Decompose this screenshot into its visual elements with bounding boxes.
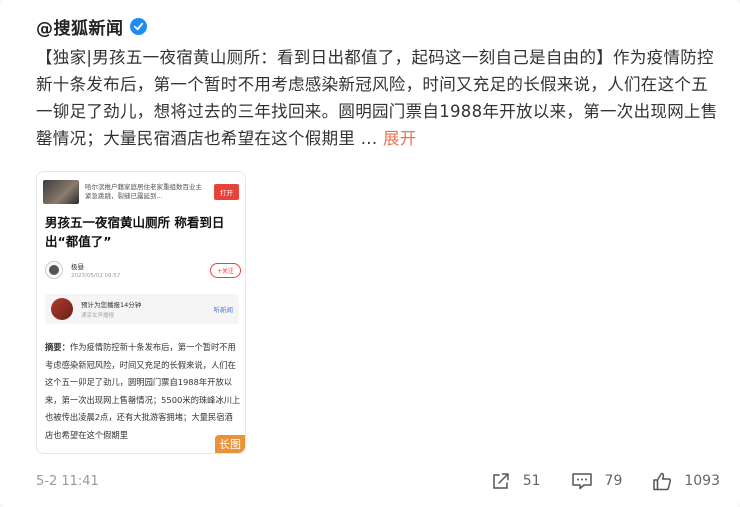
article-title: 男孩五一夜宿黄山厕所 称看到日出“都值了” xyxy=(45,215,225,249)
verified-icon xyxy=(129,18,147,35)
source-name: 极昼 xyxy=(71,263,84,271)
audio-player: 预计为您播报14分钟 通享女声播报 听新闻 xyxy=(45,294,239,324)
summary-text: 作为疫情防控新十条发布后，第一个暂时不用考虑感染新冠风险，时间又充足的长假来说，… xyxy=(45,342,241,440)
post-time[interactable]: 5-2 11:41 xyxy=(36,474,99,489)
follow-button: +关注 xyxy=(209,262,241,278)
audio-play-icon xyxy=(51,298,73,320)
thumbs-up-icon xyxy=(653,472,672,490)
like-count: 1093 xyxy=(684,473,720,489)
share-icon xyxy=(492,473,509,489)
post-body: 【独家|男孩五一夜宿黄山厕所：看到日出都值了，起码这一刻自己是自由的】作为疫情防… xyxy=(36,48,718,148)
banner-thumbnail xyxy=(43,180,79,204)
like-button[interactable]: 1093 xyxy=(652,472,720,491)
expand-link[interactable]: 展开 xyxy=(383,129,417,148)
share-button[interactable]: 51 xyxy=(491,472,541,490)
post-text: 【独家|男孩五一夜宿黄山厕所：看到日出都值了，起码这一刻自己是自由的】作为疫情防… xyxy=(36,44,720,152)
share-count: 51 xyxy=(522,473,541,489)
article-source: 极昼 2023/05/02 09:57 +关注 xyxy=(45,258,241,282)
open-button: 打开 xyxy=(214,184,239,200)
comment-button[interactable]: 79 xyxy=(571,472,623,490)
comment-count: 79 xyxy=(604,473,623,489)
article-summary: 摘要：作为疫情防控新十条发布后，第一个暂时不用考虑感染新冠风险，时间又充足的长假… xyxy=(45,339,241,444)
listen-news-label: 听新闻 xyxy=(213,306,234,314)
post-header: @搜狐新闻 xyxy=(36,14,147,39)
long-image-top-banner: 哈尔滨推户籍家庭居住老家重组数百业主紧急跳跳，裂缝已露延到... 打开 xyxy=(43,179,239,205)
post-footer: 5-2 11:41 51 79 1093 xyxy=(36,470,720,492)
source-date: 2023/05/02 09:57 xyxy=(71,273,121,279)
banner-text: 哈尔滨推户籍家庭居住老家重组数百业主紧急跳跳，裂缝已露延到... xyxy=(85,183,202,200)
action-bar: 51 79 1093 xyxy=(461,472,720,491)
author-name[interactable]: @搜狐新闻 xyxy=(36,14,124,39)
audio-voice: 通享女声播报 xyxy=(81,313,115,319)
comment-icon xyxy=(571,473,592,490)
long-image-badge: 长图 xyxy=(215,435,245,453)
summary-label: 摘要： xyxy=(45,342,70,352)
long-image-thumbnail[interactable]: 哈尔滨推户籍家庭居住老家重组数百业主紧急跳跳，裂缝已露延到... 打开 男孩五一… xyxy=(36,171,246,454)
weibo-post-card: @搜狐新闻 【独家|男孩五一夜宿黄山厕所：看到日出都值了，起码这一刻自己是自由的… xyxy=(0,0,740,507)
source-logo-icon xyxy=(45,261,63,279)
audio-duration: 预计为您播报14分钟 xyxy=(81,301,142,309)
